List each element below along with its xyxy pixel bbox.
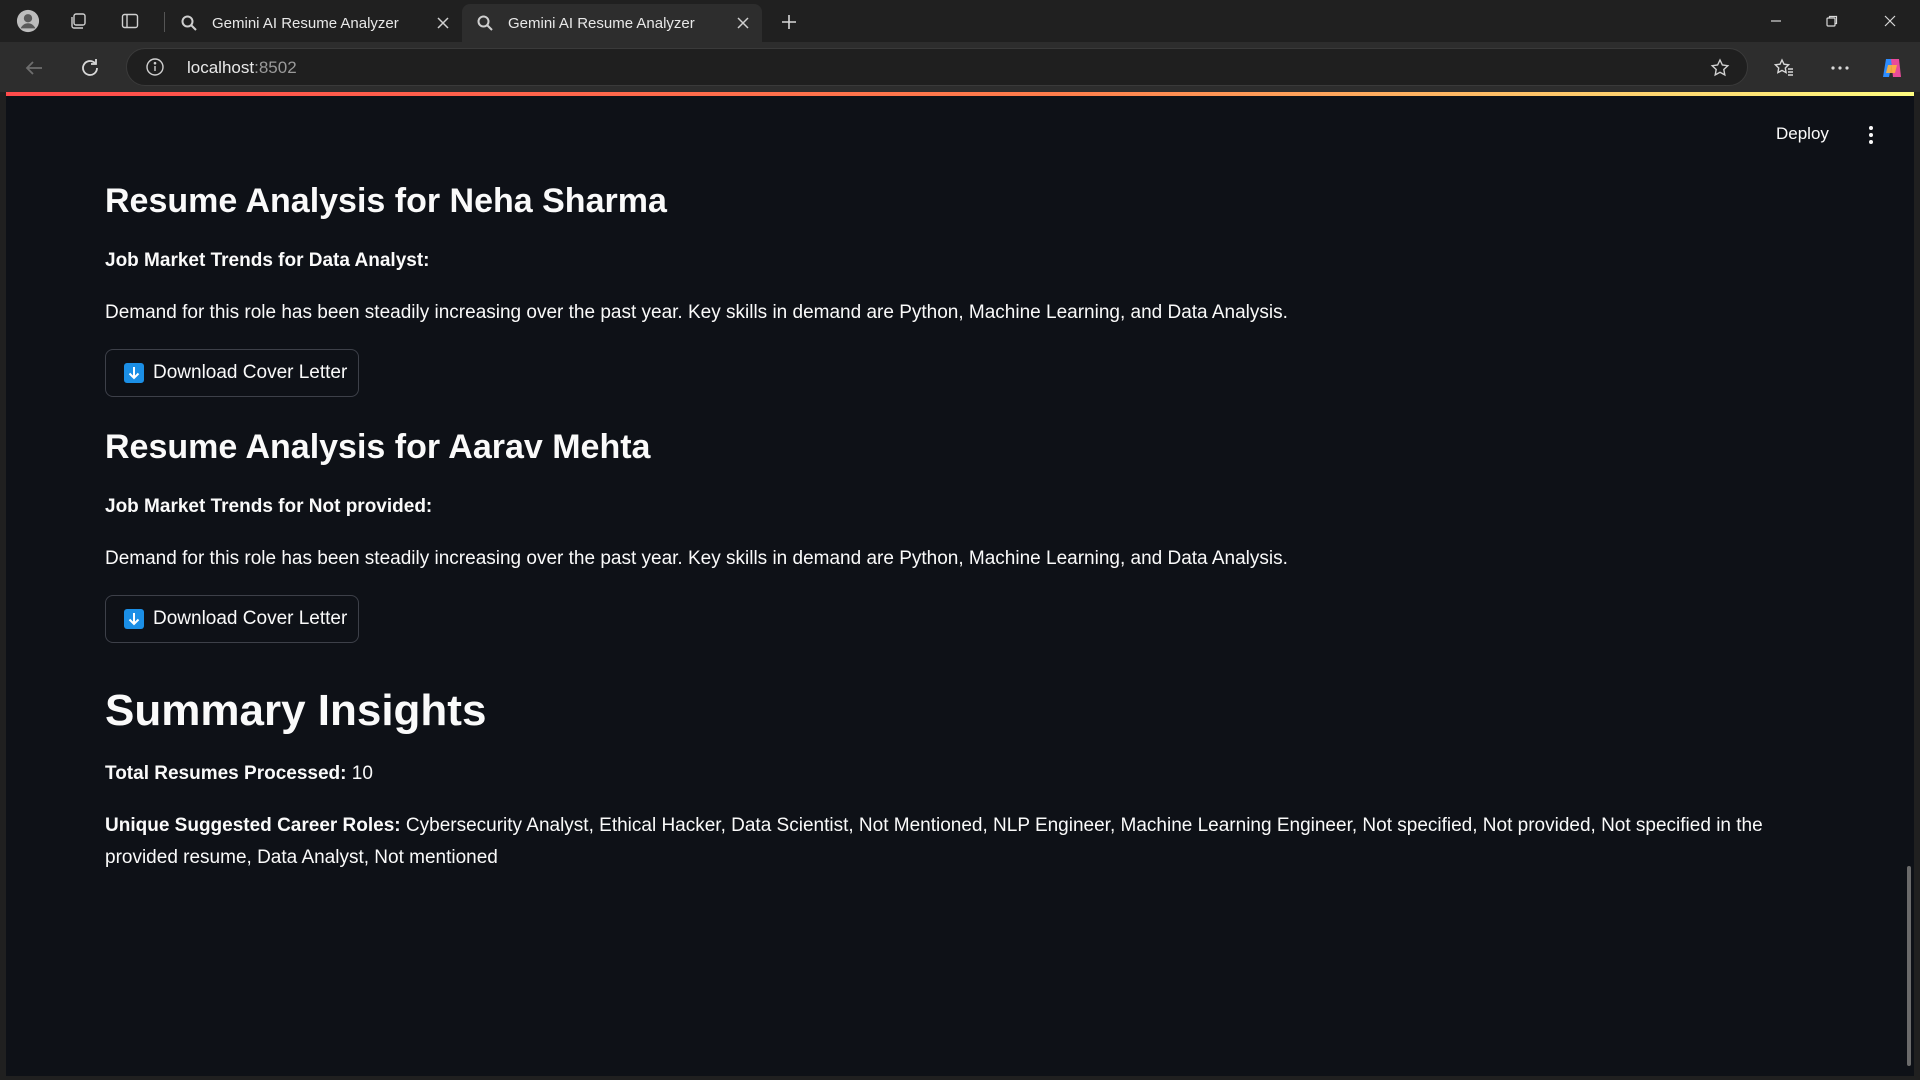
- total-resumes-value: 10: [351, 763, 373, 784]
- window-border-bottom: [0, 1076, 1920, 1080]
- url-host: localhost: [187, 58, 255, 77]
- download-arrow-icon: [124, 363, 144, 383]
- tab-resume-analyzer-1[interactable]: Gemini AI Resume Analyzer: [166, 4, 462, 42]
- window-border-right: [1914, 92, 1920, 1080]
- vertical-tabs-icon[interactable]: [118, 9, 142, 33]
- search-favicon-icon: [178, 12, 200, 34]
- new-tab-icon[interactable]: [776, 9, 802, 35]
- scrollbar[interactable]: [1904, 96, 1914, 1076]
- url-text: localhost:8502: [187, 58, 297, 78]
- browser-address-bar: localhost:8502: [0, 42, 1920, 92]
- download-button-label: Download Cover Letter: [153, 608, 348, 629]
- deploy-button[interactable]: Deploy: [1776, 124, 1829, 144]
- minimize-window-icon[interactable]: [1760, 7, 1792, 35]
- favorite-star-icon[interactable]: [1709, 57, 1731, 79]
- browser-tab-bar: Gemini AI Resume Analyzer Gemini AI Resu…: [0, 0, 1920, 42]
- trends-heading: Job Market Trends for Not provided:: [105, 496, 433, 517]
- url-field[interactable]: localhost:8502: [126, 48, 1748, 86]
- tab-resume-analyzer-2[interactable]: Gemini AI Resume Analyzer: [462, 4, 762, 42]
- main-menu-icon[interactable]: [1860, 122, 1882, 148]
- site-info-icon[interactable]: [145, 57, 165, 77]
- summary-title: Summary Insights: [105, 686, 487, 735]
- trends-text: Demand for this role has been steadily i…: [105, 302, 1288, 323]
- trends-heading: Job Market Trends for Data Analyst:: [105, 250, 430, 271]
- career-roles-label: Unique Suggested Career Roles:: [105, 815, 401, 836]
- trends-text: Demand for this role has been steadily i…: [105, 548, 1288, 569]
- tab-separator: [164, 12, 165, 32]
- total-resumes-label: Total Resumes Processed:: [105, 763, 347, 784]
- more-options-icon[interactable]: [1826, 54, 1854, 82]
- total-resumes-stat: Total Resumes Processed: 10: [105, 758, 1805, 790]
- download-arrow-icon: [124, 609, 144, 629]
- download-button-label: Download Cover Letter: [153, 362, 348, 383]
- download-cover-letter-button[interactable]: Download Cover Letter: [105, 595, 359, 643]
- download-cover-letter-button[interactable]: Download Cover Letter: [105, 349, 359, 397]
- app-viewport: Deploy Resume Analysis for Neha Sharma J…: [6, 96, 1914, 1076]
- scrollbar-thumb[interactable]: [1907, 866, 1911, 1066]
- analysis-heading: Resume Analysis for Aarav Mehta: [105, 428, 651, 466]
- url-port: :8502: [254, 58, 297, 77]
- close-window-icon[interactable]: [1874, 7, 1906, 35]
- favorites-icon[interactable]: [1770, 54, 1798, 82]
- back-arrow-icon[interactable]: [20, 54, 48, 82]
- close-tab-icon[interactable]: [730, 10, 756, 36]
- close-tab-icon[interactable]: [430, 10, 456, 36]
- profile-avatar-icon[interactable]: [16, 9, 40, 33]
- career-roles-stat: Unique Suggested Career Roles: Cybersecu…: [105, 810, 1805, 874]
- restore-window-icon[interactable]: [1816, 7, 1848, 35]
- search-favicon-icon: [474, 12, 496, 34]
- workspaces-icon[interactable]: [66, 9, 90, 33]
- tab-title: Gemini AI Resume Analyzer: [212, 14, 399, 32]
- analysis-heading: Resume Analysis for Neha Sharma: [105, 182, 667, 220]
- refresh-icon[interactable]: [76, 54, 104, 82]
- copilot-icon[interactable]: [1878, 54, 1906, 82]
- tab-title: Gemini AI Resume Analyzer: [508, 14, 695, 32]
